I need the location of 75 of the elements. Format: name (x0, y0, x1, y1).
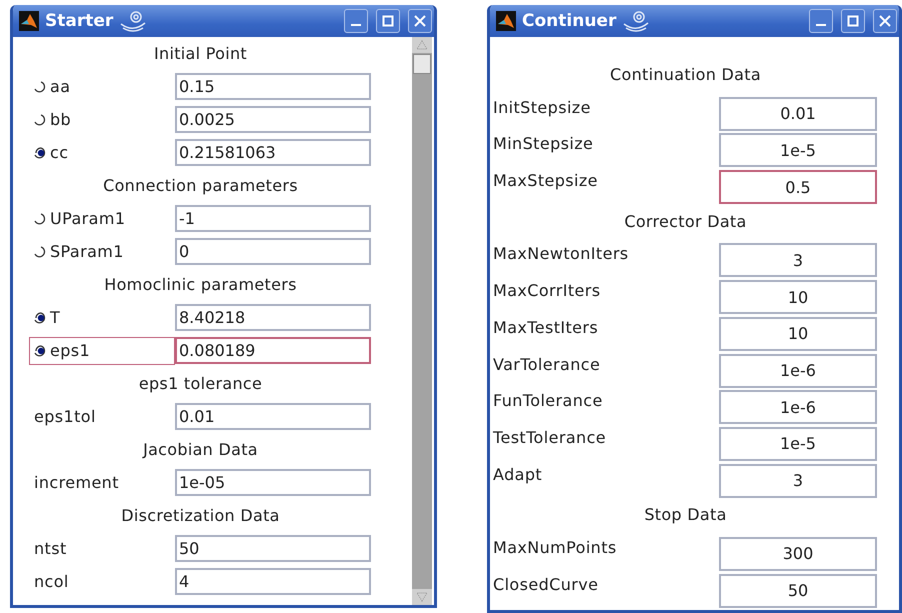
field-label: Adapt (492, 464, 544, 486)
input-field[interactable]: -1 (175, 205, 371, 232)
minimize-button[interactable] (809, 9, 833, 33)
maximize-icon (382, 15, 394, 27)
maximize-button[interactable] (841, 9, 865, 33)
field-label: MaxNewtonIters (492, 243, 630, 266)
input-field[interactable]: 1e-5 (719, 133, 877, 168)
input-field[interactable]: 4 (175, 568, 371, 595)
radio-button[interactable]: UParam1 (29, 204, 175, 232)
app-logo-icon (19, 11, 39, 31)
swirl-icon (622, 9, 650, 33)
input-field[interactable]: 3 (719, 243, 877, 278)
swirl-icon (119, 9, 148, 33)
input-field[interactable]: 1e-6 (719, 390, 877, 424)
field-label: MaxTestIters (492, 316, 600, 339)
input-field[interactable]: 1e-5 (719, 426, 877, 461)
input-field[interactable]: 0.01 (719, 96, 877, 131)
input-field[interactable]: 50 (719, 574, 877, 608)
window-title: Starter (45, 11, 114, 31)
input-field[interactable]: 0.5 (719, 170, 877, 204)
field-label: MinStepsize (492, 133, 594, 156)
radio-button[interactable]: eps1 (29, 336, 175, 364)
minimize-icon (816, 24, 826, 26)
field-label: ncol (33, 571, 70, 593)
field-label: VarTolerance (492, 354, 602, 376)
maximize-button[interactable] (376, 9, 400, 33)
field-label: ntst (33, 538, 68, 560)
field-label: increment (33, 472, 120, 494)
input-field[interactable]: 0.0025 (175, 106, 371, 133)
section-heading: Discretization Data (120, 505, 281, 527)
close-button[interactable] (408, 9, 432, 33)
input-field[interactable]: 0 (175, 238, 371, 265)
field-label: FunTolerance (492, 390, 604, 412)
input-field[interactable]: 0.15 (175, 73, 371, 100)
field-label: InitStepsize (492, 96, 592, 119)
field-label: MaxNumPoints (492, 536, 618, 559)
close-icon (414, 15, 426, 27)
radio-button[interactable]: cc (29, 138, 175, 166)
radio-button[interactable]: SParam1 (29, 238, 175, 266)
input-field[interactable]: 300 (719, 536, 877, 571)
field-label: eps1tol (33, 406, 97, 428)
input-field[interactable]: 0.080189 (175, 337, 371, 364)
section-heading: Homoclinic parameters (103, 274, 298, 296)
input-field[interactable]: 3 (719, 464, 877, 498)
input-field[interactable]: 50 (175, 535, 371, 562)
section-heading: Corrector Data (623, 210, 748, 233)
minimize-button[interactable] (344, 9, 368, 33)
input-field[interactable]: 10 (719, 280, 877, 314)
section-heading: Stop Data (643, 504, 728, 526)
section-heading: Jacobian Data (141, 439, 259, 461)
section-heading: Initial Point (153, 43, 248, 65)
section-heading: Connection parameters (102, 175, 299, 197)
minimize-icon (351, 24, 361, 26)
input-field[interactable]: 1e-6 (719, 354, 877, 388)
maximize-icon (847, 15, 859, 27)
section-heading: eps1 tolerance (138, 373, 264, 395)
close-button[interactable] (873, 9, 897, 33)
field-label: ClosedCurve (492, 574, 600, 596)
input-field[interactable]: 0.21581063 (175, 139, 371, 166)
window-title: Continuer (522, 11, 616, 31)
field-label: TestTolerance (492, 426, 608, 449)
radio-button[interactable]: T (29, 304, 175, 332)
radio-button[interactable]: bb (29, 106, 175, 134)
scrollbar-thumb[interactable] (413, 54, 431, 74)
section-heading: Continuation Data (609, 64, 762, 86)
close-icon (879, 15, 891, 27)
app-logo-icon (496, 11, 516, 31)
input-field[interactable]: 8.40218 (175, 304, 371, 331)
field-label: MaxStepsize (492, 170, 599, 192)
field-label: MaxCorrIters (492, 280, 602, 302)
radio-button[interactable]: aa (29, 72, 175, 100)
scrollbar[interactable] (412, 37, 432, 605)
input-field[interactable]: 10 (719, 316, 877, 351)
input-field[interactable]: 1e-05 (175, 469, 371, 496)
input-field[interactable]: 0.01 (175, 403, 371, 430)
